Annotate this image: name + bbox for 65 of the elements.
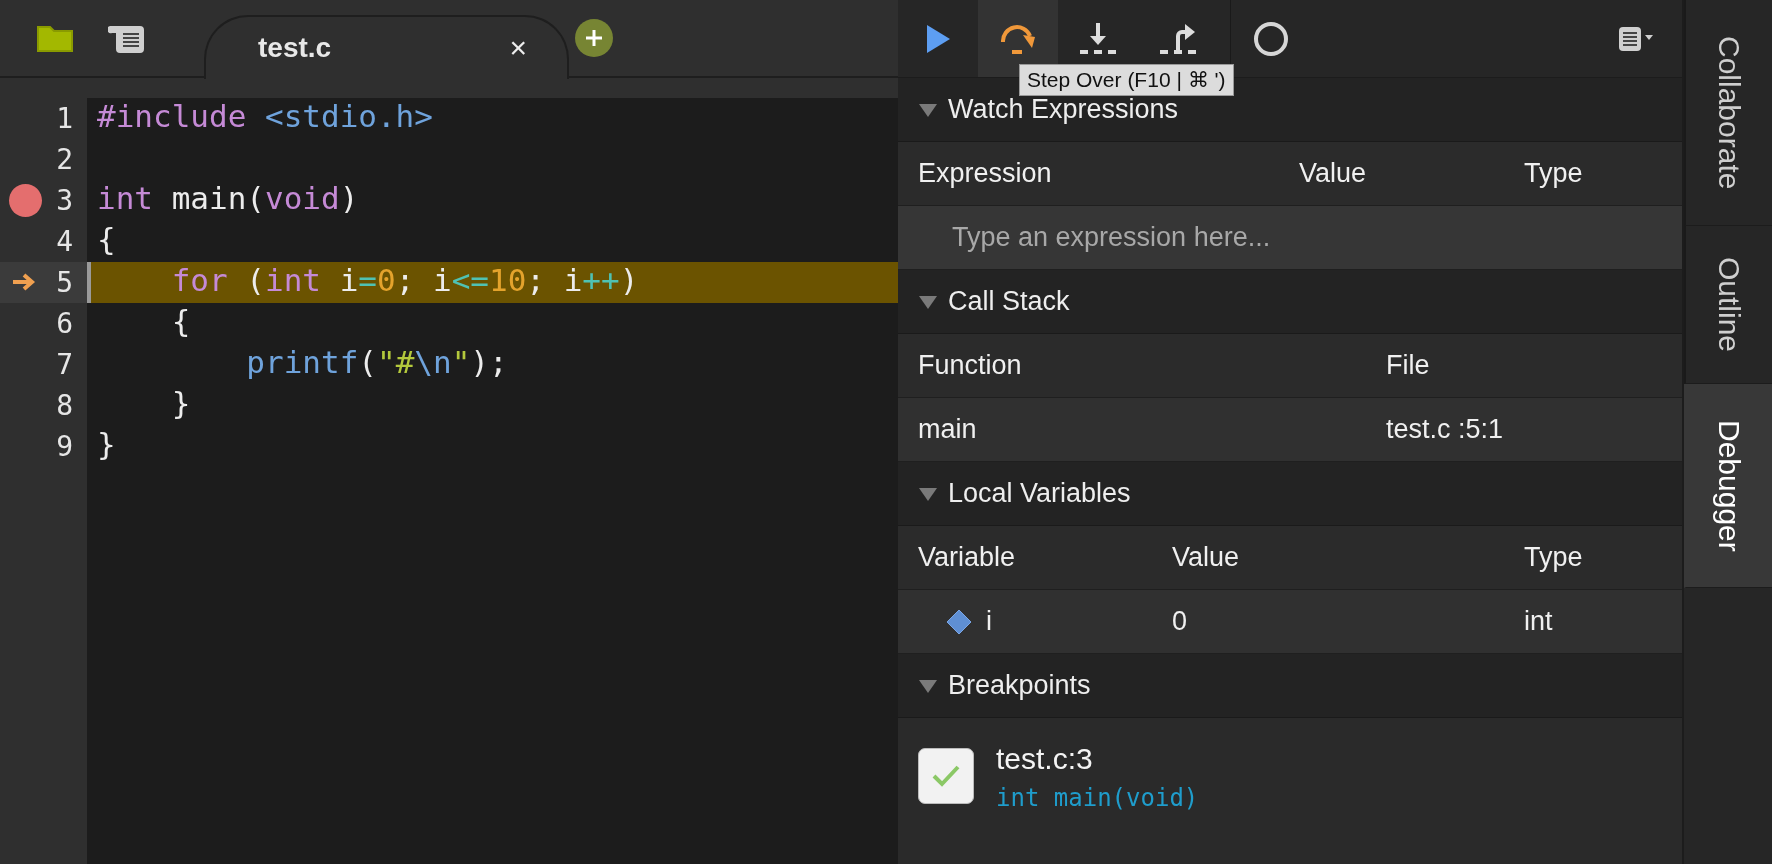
column-header: Value bbox=[1172, 542, 1241, 573]
side-tab[interactable]: Outline bbox=[1684, 226, 1772, 384]
column-header: Type bbox=[1524, 158, 1584, 189]
column-header: Function bbox=[918, 350, 1023, 381]
side-tab[interactable]: Collaborate bbox=[1684, 0, 1772, 226]
section-header[interactable]: Breakpoints bbox=[898, 654, 1682, 718]
table-row[interactable]: main test.c :5:1 bbox=[898, 398, 1682, 462]
code-line: printf("#\n"); bbox=[245, 344, 508, 382]
circle-icon bbox=[1253, 20, 1289, 57]
tab-label: test.c bbox=[258, 32, 333, 64]
section-title: Local Variables bbox=[948, 478, 1131, 509]
breakpoint-location[interactable]: test.c:3 bbox=[996, 742, 1199, 776]
breakpoint-code: int main(void) bbox=[996, 784, 1199, 812]
checkbox[interactable] bbox=[918, 748, 974, 804]
folder-icon[interactable] bbox=[36, 23, 74, 53]
section-header[interactable]: Call Stack bbox=[898, 270, 1682, 334]
side-tab[interactable]: Debugger bbox=[1684, 384, 1772, 588]
code-line: } bbox=[96, 426, 116, 464]
code-line: int main(void) bbox=[96, 180, 359, 218]
table-cell-text: test.c :5:1 bbox=[1386, 414, 1505, 445]
step-out-icon bbox=[1158, 21, 1198, 56]
tooltip: Step Over (F10 | ⌘ ') bbox=[1019, 64, 1234, 96]
outline-icon[interactable] bbox=[108, 23, 146, 53]
line-number: 8 bbox=[56, 389, 73, 422]
line-number: 3 bbox=[56, 184, 73, 217]
table-cell-text: main bbox=[918, 414, 978, 445]
table-cell: i bbox=[986, 606, 992, 637]
variable-icon bbox=[946, 608, 972, 635]
line-number: 1 bbox=[56, 102, 73, 135]
column-header: Variable bbox=[918, 542, 1017, 573]
triangle-icon[interactable] bbox=[918, 485, 938, 502]
expression-field[interactable]: Type an expression here... bbox=[898, 206, 1682, 270]
line-number: 7 bbox=[56, 348, 73, 381]
section-title: Call Stack bbox=[948, 286, 1070, 317]
step-into-icon bbox=[1078, 21, 1118, 56]
triangle-icon[interactable] bbox=[918, 677, 938, 694]
play-icon bbox=[925, 23, 951, 54]
code-line: #include <stdio.h> bbox=[96, 98, 433, 136]
code-line: { bbox=[96, 221, 116, 259]
column-header: File bbox=[1386, 350, 1431, 381]
section-header[interactable]: Local Variables bbox=[898, 462, 1682, 526]
close-tab-button[interactable]: × bbox=[509, 31, 527, 65]
new-tab-button[interactable] bbox=[575, 19, 613, 57]
line-number: 4 bbox=[56, 225, 73, 258]
line-number: 2 bbox=[56, 143, 73, 176]
code-line: } bbox=[170, 385, 191, 423]
column-header: Type bbox=[1524, 542, 1584, 573]
section-title: Breakpoints bbox=[948, 670, 1091, 701]
check-icon bbox=[931, 763, 961, 789]
editor-tab[interactable]: test.c × bbox=[204, 15, 569, 79]
table-cell-text: int bbox=[1524, 606, 1554, 637]
line-number: 5 bbox=[56, 266, 73, 299]
triangle-icon[interactable] bbox=[918, 101, 938, 118]
column-header: Expression bbox=[918, 158, 1053, 189]
code-line: { bbox=[170, 303, 191, 341]
triangle-icon[interactable] bbox=[918, 293, 938, 310]
breakpoint-icon[interactable] bbox=[9, 184, 42, 217]
column-header: Value bbox=[1299, 158, 1368, 189]
table-row[interactable]: i 0 int bbox=[898, 590, 1682, 654]
section-title: Watch Expressions bbox=[948, 94, 1179, 125]
table-cell-text: 0 bbox=[1172, 606, 1189, 637]
line-number: 9 bbox=[56, 430, 73, 463]
line-number: 6 bbox=[56, 307, 73, 340]
plus-icon bbox=[584, 28, 604, 48]
menu-icon bbox=[1618, 25, 1654, 52]
